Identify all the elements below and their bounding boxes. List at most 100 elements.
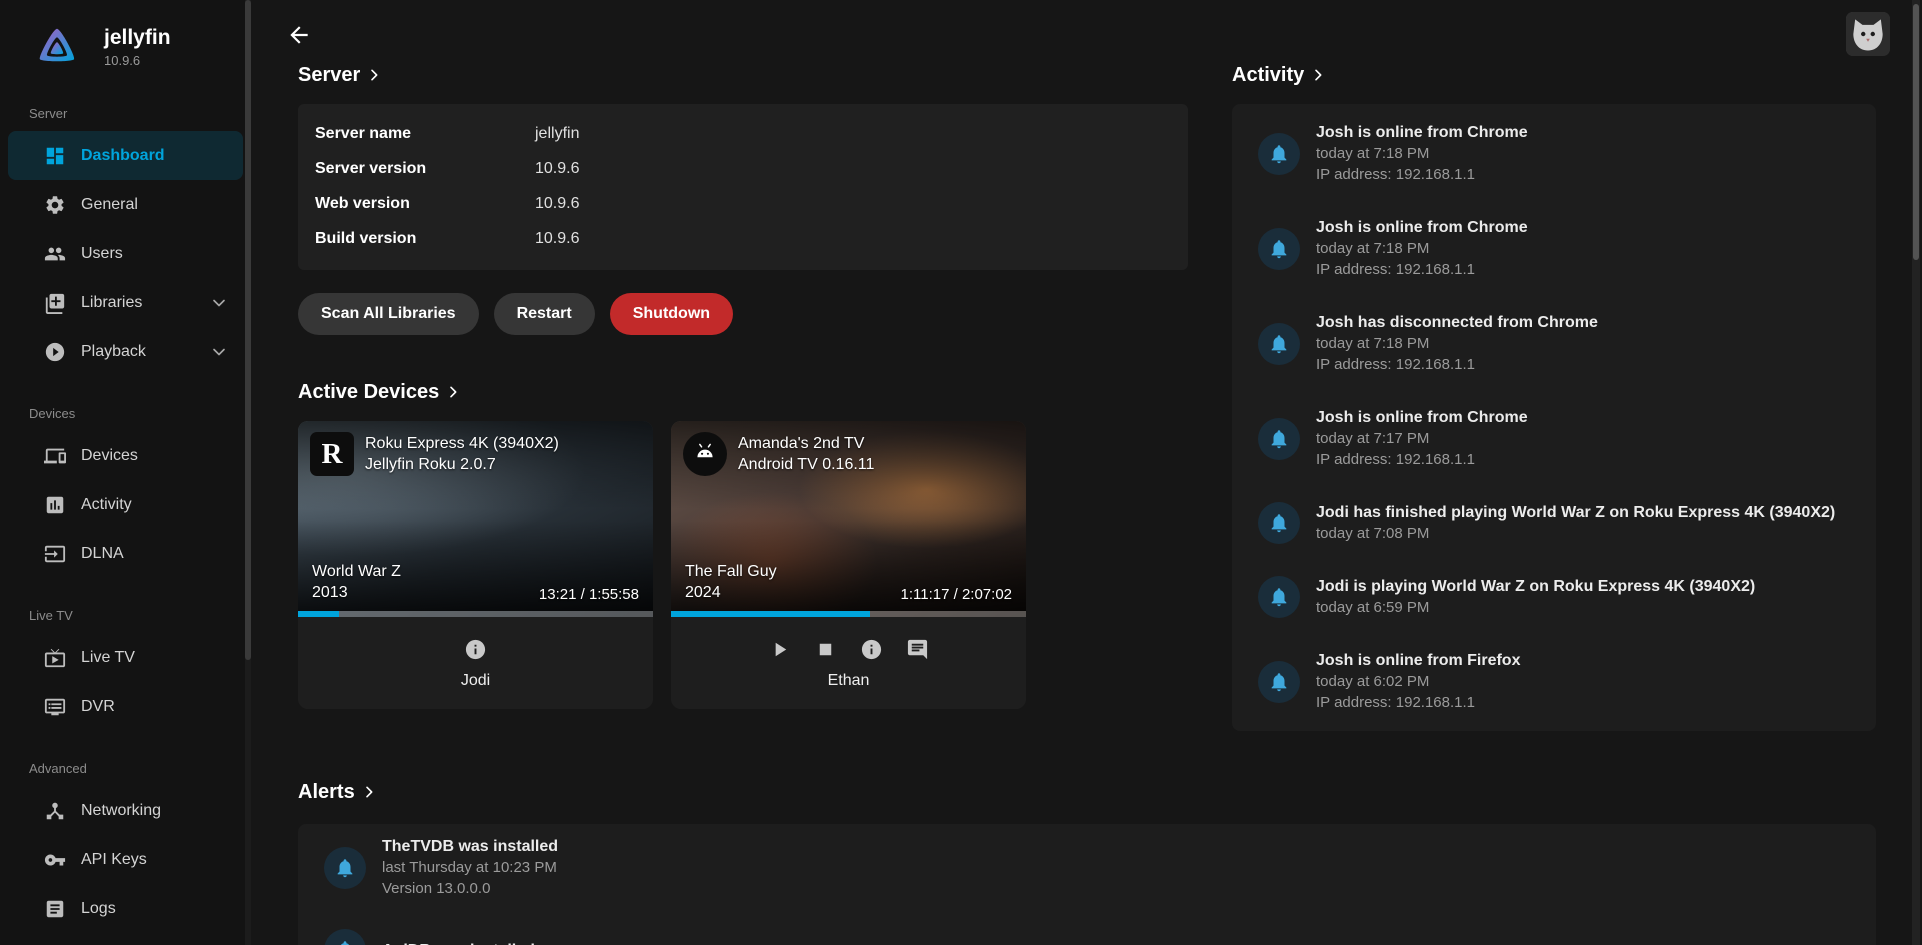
activity-item[interactable]: Jodi is playing World War Z on Roku Expr…: [1258, 576, 1850, 618]
activity-time: today at 7:18 PM: [1316, 143, 1528, 164]
nav-section-advanced: Advanced Networking API Keys Logs: [0, 761, 251, 933]
sidebar-scrollbar[interactable]: [245, 0, 251, 945]
activity-heading-label: Activity: [1232, 64, 1304, 87]
nav-section-server: Server Dashboard General Users Libraries…: [0, 106, 251, 376]
device-name: Amanda's 2nd TV: [738, 433, 874, 454]
chevron-down-icon[interactable]: [209, 342, 229, 362]
alerts-section: Alerts TheTVDB was installed last Thursd…: [298, 779, 1876, 945]
chevron-right-icon: [366, 67, 382, 83]
active-devices-heading-label: Active Devices: [298, 381, 439, 404]
info-icon: [464, 638, 487, 661]
sidebar-item-general[interactable]: General: [8, 180, 243, 229]
activity-heading[interactable]: Activity: [1232, 62, 1876, 88]
media-backdrop: R Roku Express 4K (3940X2) Jellyfin Roku…: [298, 421, 653, 617]
alert-item[interactable]: AniDB was installed: [324, 929, 1850, 945]
sidebar-item-label: Dashboard: [81, 147, 165, 165]
shutdown-button[interactable]: Shutdown: [610, 293, 733, 335]
sidebar-item-libraries[interactable]: Libraries: [8, 278, 243, 327]
alert-time: last Thursday at 10:23 PM: [382, 857, 558, 878]
server-info-row: Server name jellyfin: [315, 116, 1188, 151]
sidebar: jellyfin 10.9.6 Server Dashboard General…: [0, 0, 251, 945]
chat-icon: [906, 638, 929, 661]
sidebar-item-devices[interactable]: Devices: [8, 431, 243, 480]
app-name: jellyfin: [104, 26, 171, 50]
device-card-android-tv[interactable]: Amanda's 2nd TV Android TV 0.16.11 The F…: [671, 421, 1026, 709]
roku-icon: R: [310, 432, 354, 476]
scan-all-libraries-button[interactable]: Scan All Libraries: [298, 293, 479, 335]
device-card-roku[interactable]: R Roku Express 4K (3940X2) Jellyfin Roku…: [298, 421, 653, 709]
page-scrollbar[interactable]: [1912, 0, 1920, 945]
alert-item[interactable]: TheTVDB was installed last Thursday at 1…: [324, 836, 1850, 899]
sidebar-item-live-tv[interactable]: Live TV: [8, 633, 243, 682]
nav-section-label: Live TV: [0, 608, 251, 623]
server-info-card: Server name jellyfin Server version 10.9…: [298, 104, 1188, 270]
jellyfin-logo-icon: [34, 24, 80, 70]
device-card-header: Amanda's 2nd TV Android TV 0.16.11: [671, 421, 1026, 509]
bell-icon: [1258, 661, 1300, 703]
info-value: 10.9.6: [535, 151, 579, 186]
dashboard-icon: [44, 145, 66, 167]
user-avatar[interactable]: [1846, 12, 1890, 56]
sidebar-item-networking[interactable]: Networking: [8, 786, 243, 835]
android-icon: [683, 432, 727, 476]
restart-button[interactable]: Restart: [494, 293, 595, 335]
sidebar-item-logs[interactable]: Logs: [8, 884, 243, 933]
sidebar-item-label: Devices: [81, 447, 138, 465]
page-scrollbar-thumb[interactable]: [1913, 4, 1919, 260]
sidebar-item-api-keys[interactable]: API Keys: [8, 835, 243, 884]
alerts-heading[interactable]: Alerts: [298, 779, 1876, 805]
info-value: 10.9.6: [535, 221, 579, 256]
message-button[interactable]: [905, 637, 931, 663]
play-button[interactable]: [767, 637, 793, 663]
server-info-row: Server version 10.9.6: [315, 151, 1188, 186]
now-playing-info: The Fall Guy 2024 1:11:17 / 2:07:02: [671, 521, 1026, 611]
sidebar-item-activity[interactable]: Activity: [8, 480, 243, 529]
activity-title: Josh has disconnected from Chrome: [1316, 312, 1598, 333]
sidebar-item-dlna[interactable]: DLNA: [8, 529, 243, 578]
sidebar-item-dvr[interactable]: DVR: [8, 682, 243, 731]
playback-progress-bar: [298, 611, 653, 617]
activity-title: Jodi is playing World War Z on Roku Expr…: [1316, 576, 1755, 597]
activity-item[interactable]: Jodi has finished playing World War Z on…: [1258, 502, 1850, 544]
media-title: The Fall Guy: [685, 561, 777, 582]
back-button[interactable]: [282, 18, 316, 52]
sidebar-item-label: Networking: [81, 802, 161, 820]
media-backdrop: Amanda's 2nd TV Android TV 0.16.11 The F…: [671, 421, 1026, 617]
info-button[interactable]: [463, 637, 489, 663]
activity-item[interactable]: Josh is online from Chrome today at 7:17…: [1258, 407, 1850, 470]
client-name: Android TV 0.16.11: [738, 454, 874, 475]
sidebar-item-dashboard[interactable]: Dashboard: [8, 131, 243, 180]
chevron-down-icon[interactable]: [209, 293, 229, 313]
activity-item[interactable]: Josh is online from Firefox today at 6:0…: [1258, 650, 1850, 713]
devices-icon: [44, 445, 66, 467]
active-devices-heading[interactable]: Active Devices: [298, 379, 1188, 405]
playback-progress-fill: [671, 611, 870, 617]
activity-ip: IP address: 192.168.1.1: [1316, 692, 1520, 713]
sidebar-item-users[interactable]: Users: [8, 229, 243, 278]
activity-item[interactable]: Josh is online from Chrome today at 7:18…: [1258, 122, 1850, 185]
activity-item[interactable]: Josh has disconnected from Chrome today …: [1258, 312, 1850, 375]
chevron-right-icon: [1310, 67, 1326, 83]
playback-progress-bar: [671, 611, 1026, 617]
sidebar-item-label: DVR: [81, 698, 115, 716]
activity-ip: IP address: 192.168.1.1: [1316, 449, 1528, 470]
alert-title: AniDB was installed: [382, 940, 535, 945]
app-brand[interactable]: jellyfin 10.9.6: [0, 0, 251, 76]
stop-button[interactable]: [813, 637, 839, 663]
bar-chart-icon: [44, 494, 66, 516]
nav-section-devices: Devices Devices Activity DLNA: [0, 406, 251, 578]
info-button[interactable]: [859, 637, 885, 663]
info-icon: [860, 638, 883, 661]
client-name: Jellyfin Roku 2.0.7: [365, 454, 559, 475]
server-heading-label: Server: [298, 64, 360, 87]
activity-item[interactable]: Josh is online from Chrome today at 7:18…: [1258, 217, 1850, 280]
key-icon: [44, 849, 66, 871]
activity-ip: IP address: 192.168.1.1: [1316, 164, 1528, 185]
sidebar-item-label: Libraries: [81, 294, 142, 312]
sidebar-scrollbar-thumb[interactable]: [245, 0, 251, 660]
bell-icon: [324, 847, 366, 889]
sidebar-item-label: API Keys: [81, 851, 147, 869]
sidebar-item-playback[interactable]: Playback: [8, 327, 243, 376]
server-heading[interactable]: Server: [298, 62, 1188, 88]
device-name: Roku Express 4K (3940X2): [365, 433, 559, 454]
